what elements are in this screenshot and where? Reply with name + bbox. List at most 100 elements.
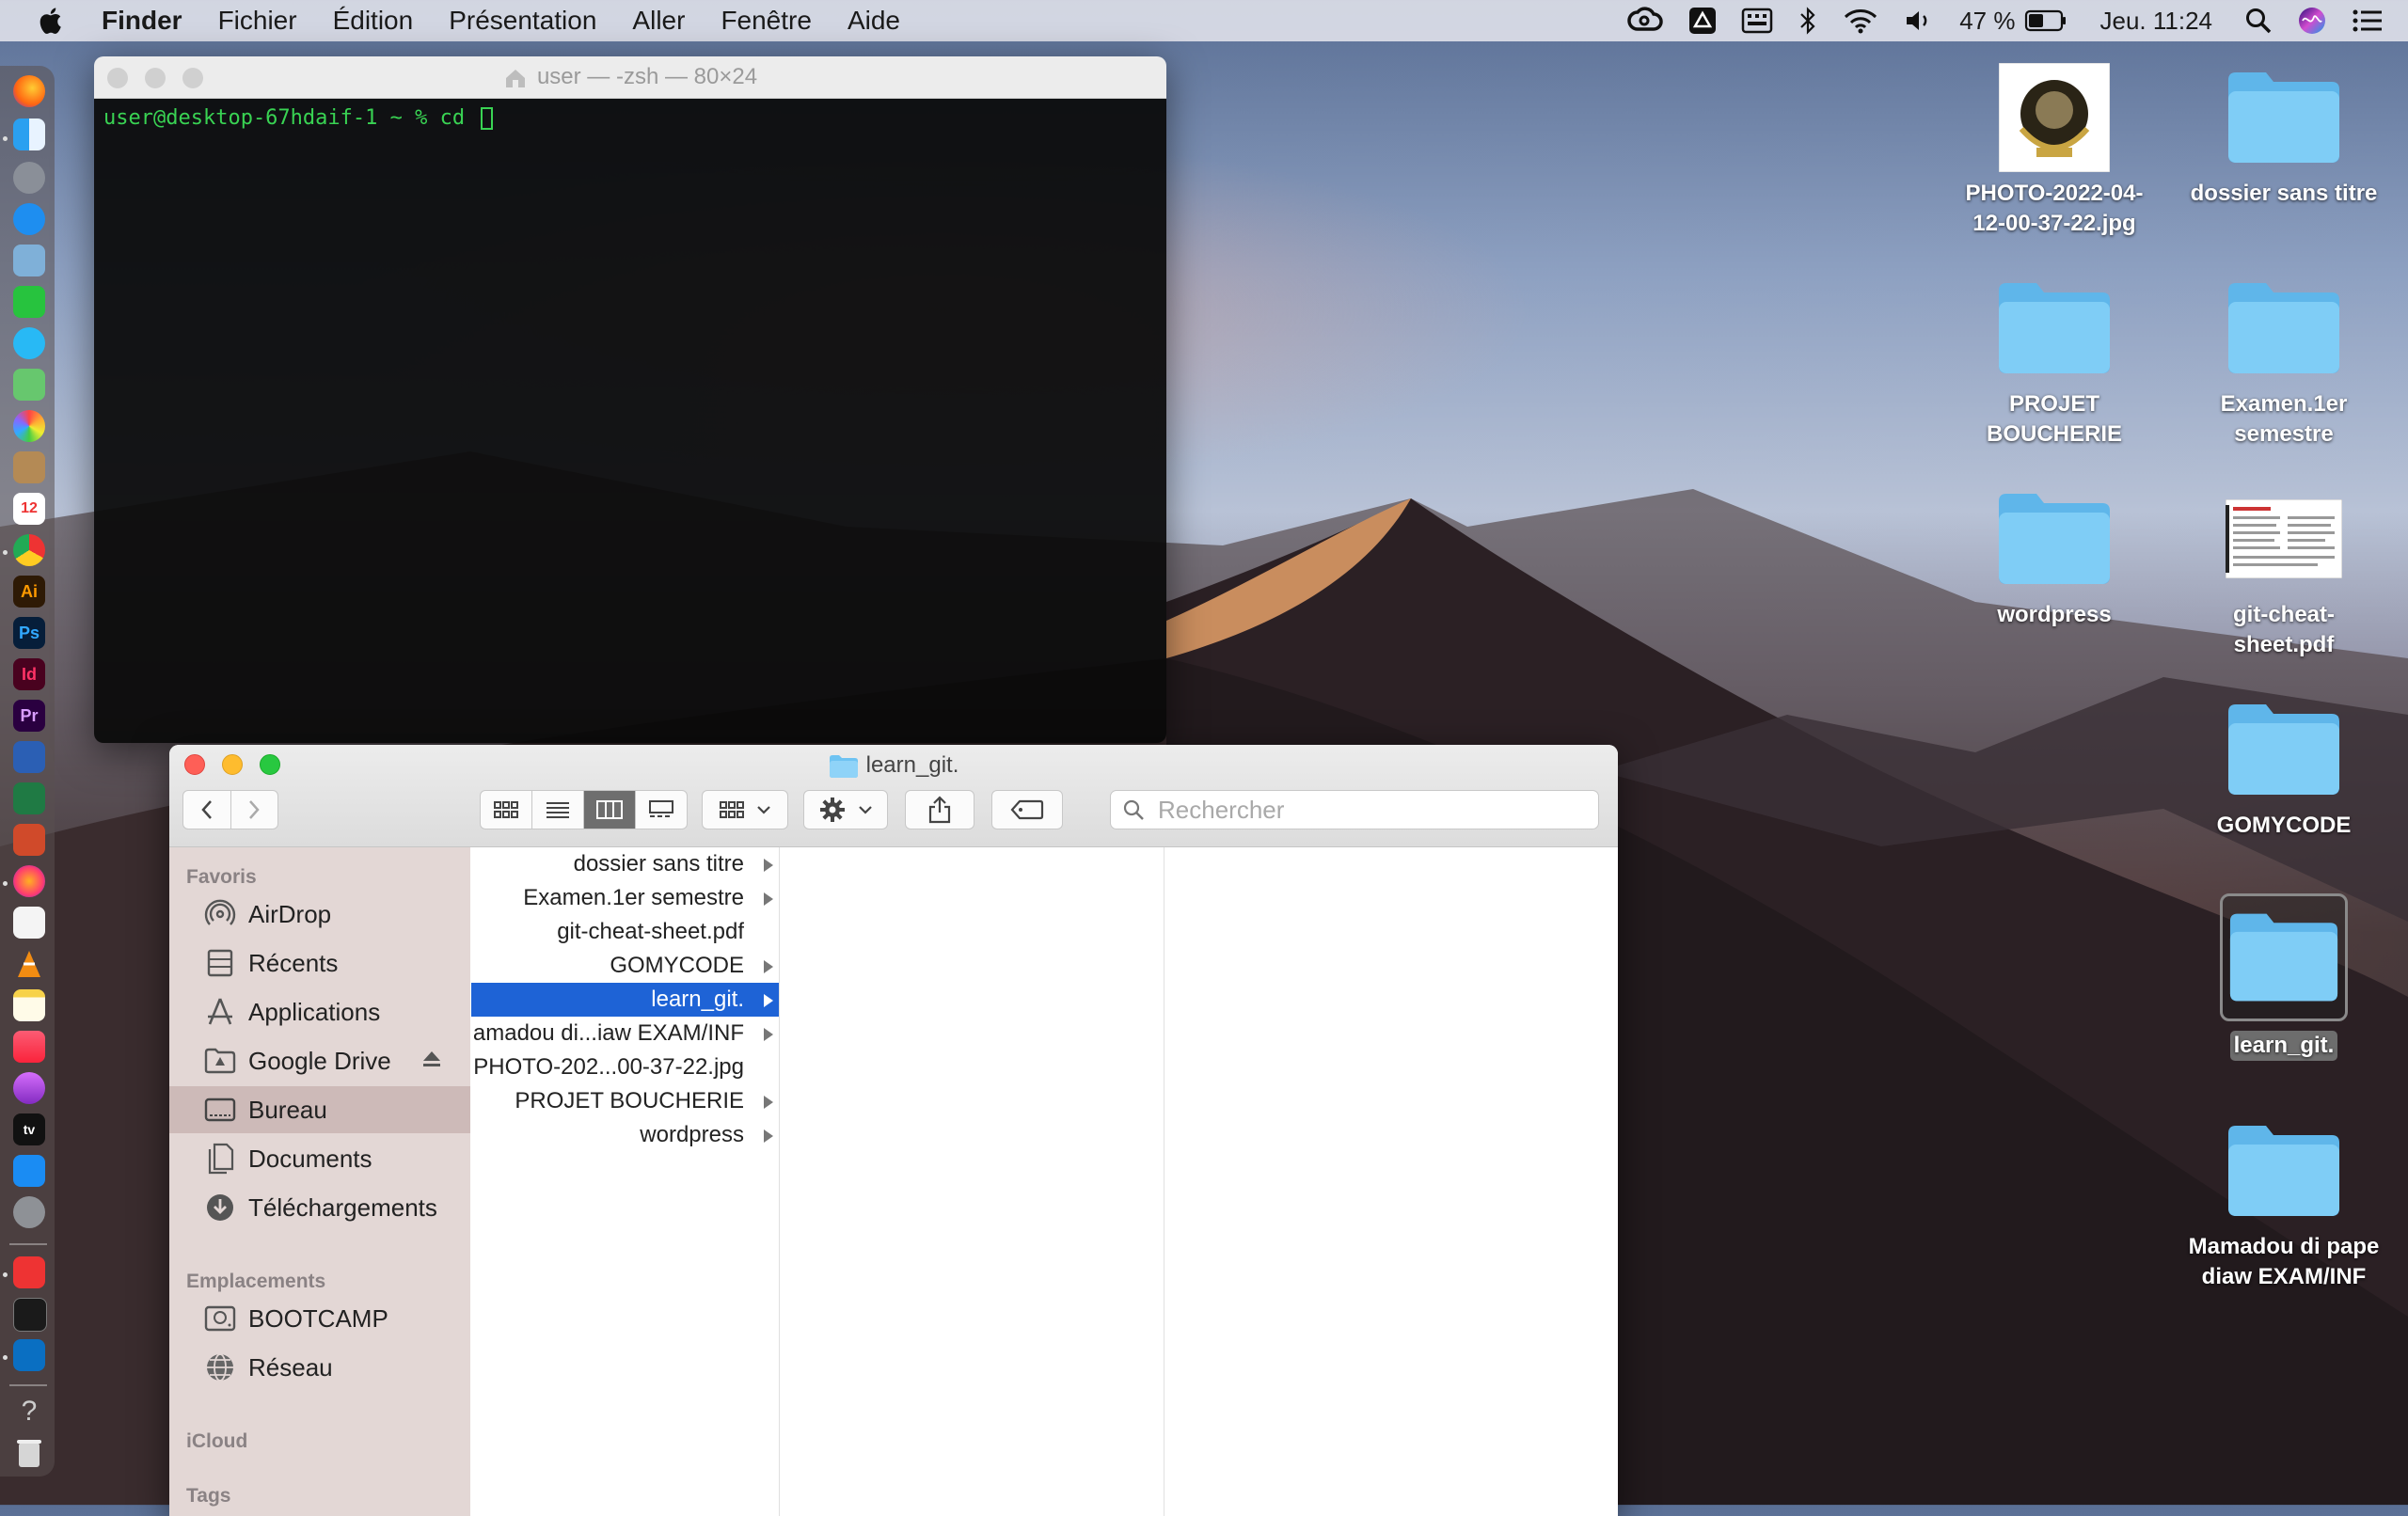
list-item[interactable]: GOMYCODE (471, 949, 779, 983)
sidebar-heading-tags[interactable]: Tags (186, 1485, 230, 1508)
dock-illustrator-icon[interactable]: Ai (13, 576, 45, 608)
share-button[interactable] (905, 790, 974, 829)
dock-firefox-dev-icon[interactable] (13, 865, 45, 897)
menu-aller[interactable]: Aller (632, 6, 685, 36)
sidebar-item-applications[interactable]: Applications (169, 988, 470, 1035)
back-button[interactable] (183, 791, 231, 829)
dock-powerpoint-icon[interactable] (13, 824, 45, 856)
sidebar-item-recents[interactable]: Récents (169, 940, 470, 987)
dock-excel-icon[interactable] (13, 782, 45, 814)
dock-vlc-icon[interactable] (13, 948, 45, 980)
dock-textedit-icon[interactable] (13, 907, 45, 939)
dock-facetime-icon[interactable] (13, 286, 45, 318)
dock-contacts-icon[interactable] (13, 451, 45, 483)
dock-podcasts-icon[interactable] (13, 1072, 45, 1104)
sidebar-item-telechargements[interactable]: Téléchargements (169, 1184, 470, 1231)
dock-tv-icon[interactable]: tv (13, 1113, 45, 1145)
dock-preview-icon[interactable] (13, 245, 45, 276)
dock-music-icon[interactable] (13, 1031, 45, 1063)
wifi-icon[interactable] (1843, 7, 1878, 35)
dock-system-preferences-icon[interactable] (13, 1196, 45, 1228)
sidebar-item-google-drive[interactable]: Google Drive (169, 1037, 470, 1084)
dock-indesign-icon[interactable]: Id (13, 658, 45, 690)
spotlight-search-icon[interactable] (2244, 7, 2273, 35)
sidebar-item-documents[interactable]: Documents (169, 1135, 470, 1182)
desktop-item-gomycode[interactable]: GOMYCODE (2180, 688, 2387, 841)
sidebar-item-reseau[interactable]: Réseau (169, 1344, 470, 1391)
gallery-view-button[interactable] (636, 791, 687, 829)
terminal-titlebar[interactable]: user — -zsh — 80×24 (94, 56, 1166, 99)
dock-calendar-icon[interactable]: 12 (13, 493, 45, 525)
tags-button[interactable] (991, 790, 1063, 829)
desktop-item-projet-boucherie[interactable]: PROJET BOUCHERIE (1951, 267, 2158, 450)
menu-fenetre[interactable]: Fenêtre (721, 6, 812, 36)
column-learn-git-empty[interactable] (780, 847, 1164, 1516)
forward-button[interactable] (231, 791, 278, 829)
siri-icon[interactable] (2297, 6, 2327, 36)
dock-firefox-icon[interactable] (13, 75, 45, 107)
menu-app-name[interactable]: Finder (102, 6, 182, 36)
group-by-button[interactable] (702, 790, 788, 829)
dock-launchpad-icon[interactable] (13, 162, 45, 194)
action-menu-button[interactable] (803, 790, 888, 829)
creative-cloud-icon[interactable] (1626, 7, 1664, 35)
dock-photos-icon[interactable] (13, 410, 45, 442)
column-view-button[interactable] (584, 791, 636, 829)
sidebar-item-bootcamp[interactable]: BOOTCAMP (169, 1295, 470, 1342)
eject-icon[interactable] (421, 1049, 442, 1069)
dock-chrome-icon[interactable] (13, 534, 45, 566)
dock-photoshop-icon[interactable]: Ps (13, 617, 45, 649)
dock-help-icon[interactable]: ? (13, 1396, 45, 1428)
desktop-item-mamadou[interactable]: Mamadou di pape diaw EXAM/INF (2180, 1110, 2387, 1292)
list-item[interactable]: dossier sans titre (471, 847, 779, 881)
list-item[interactable]: Mamadou di...iaw EXAM/INF (471, 1017, 779, 1050)
notification-center-icon[interactable] (2352, 8, 2384, 34)
sidebar-item-airdrop[interactable]: AirDrop (169, 891, 470, 938)
dock-mail-icon[interactable] (13, 1256, 45, 1288)
google-drive-icon[interactable] (1688, 7, 1717, 35)
desktop-item-wordpress[interactable]: wordpress (1951, 478, 2158, 630)
list-item[interactable]: git-cheat-sheet.pdf (471, 915, 779, 949)
search-input[interactable] (1156, 794, 1574, 826)
menu-fichier[interactable]: Fichier (218, 6, 297, 36)
battery-percent[interactable]: 47 % (1959, 7, 2015, 36)
list-item[interactable]: Examen.1er semestre (471, 881, 779, 915)
menu-edition[interactable]: Édition (333, 6, 414, 36)
battery-icon[interactable] (2024, 8, 2067, 33)
volume-icon[interactable] (1903, 7, 1935, 35)
list-item[interactable]: wordpress (471, 1118, 779, 1152)
dock-maps-icon[interactable] (13, 369, 45, 401)
dock-premiere-icon[interactable]: Pr (13, 700, 45, 732)
desktop-item-examen[interactable]: Examen.1er semestre (2180, 267, 2387, 450)
terminal-body[interactable]: user@desktop-67hdaif-1 ~ % cd (94, 99, 1166, 743)
bluetooth-icon[interactable] (1798, 6, 1818, 36)
desktop-item-photo[interactable]: PHOTO-2022-04- 12-00-37-22.jpg (1951, 56, 2158, 239)
search-field[interactable] (1110, 790, 1599, 829)
list-item[interactable]: PROJET BOUCHERIE (471, 1084, 779, 1118)
desktop-item-dossier-sans-titre[interactable]: dossier sans titre (2180, 56, 2387, 209)
menu-aide[interactable]: Aide (848, 6, 900, 36)
menu-presentation[interactable]: Présentation (449, 6, 596, 36)
dock-app-store-icon[interactable] (13, 1155, 45, 1187)
dock-finder-icon[interactable] (13, 118, 45, 150)
dock-notes-icon[interactable] (13, 989, 45, 1021)
folder-icon (829, 754, 858, 778)
dock-trash-icon[interactable] (13, 1437, 45, 1469)
desktop-item-git-cheat-sheet[interactable]: git-cheat-sheet.pdf (2180, 478, 2387, 660)
dock-running-indicator (3, 550, 8, 555)
sidebar-heading-icloud[interactable]: iCloud (186, 1430, 247, 1453)
apple-menu-icon[interactable] (36, 5, 68, 37)
dock-word-icon[interactable] (13, 741, 45, 773)
desktop-item-learn-git[interactable]: learn_git. (2180, 893, 2387, 1061)
sidebar-item-bureau[interactable]: Bureau (169, 1086, 470, 1133)
icon-view-button[interactable] (481, 791, 532, 829)
dock-messages-icon[interactable] (13, 327, 45, 359)
dock-safari-icon[interactable] (13, 203, 45, 235)
list-item-selected[interactable]: learn_git. (471, 983, 779, 1017)
list-view-button[interactable] (532, 791, 584, 829)
keyboard-viewer-icon[interactable] (1741, 8, 1773, 34)
dock-vscode-icon[interactable] (13, 1339, 45, 1371)
dock-terminal-icon[interactable] (13, 1298, 47, 1332)
clock[interactable]: Jeu. 11:24 (2099, 7, 2212, 36)
list-item[interactable]: PHOTO-202...00-37-22.jpg (471, 1050, 779, 1084)
